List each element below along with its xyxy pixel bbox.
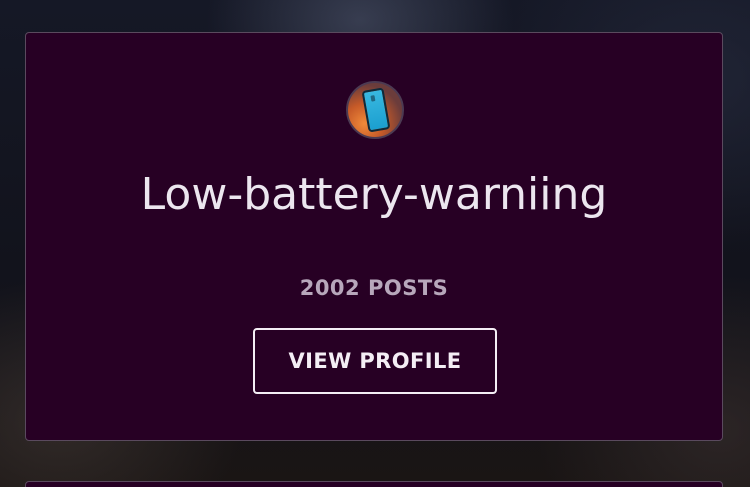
posts-count: 2002 POSTS (299, 276, 449, 300)
view-profile-button[interactable]: VIEW PROFILE (253, 328, 497, 394)
profile-card: Low-battery-warniing 2002 POSTS VIEW PRO… (25, 32, 723, 441)
profile-username: Low-battery-warniing (140, 169, 608, 220)
phone-icon (361, 87, 391, 133)
avatar[interactable] (346, 81, 404, 139)
next-profile-card (25, 481, 723, 487)
